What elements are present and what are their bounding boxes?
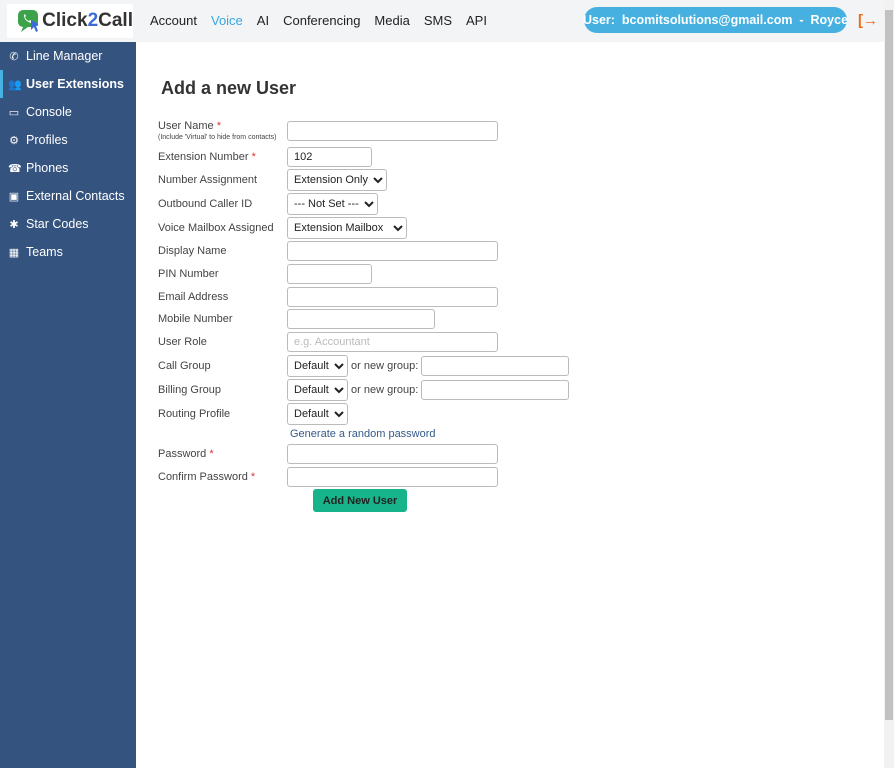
user-account-button[interactable]: User: bcomitsolutions@gmail.com - Royce [583,7,848,33]
confirm-password-label: Confirm Password * [158,471,256,483]
users-icon: 👥 [8,78,22,91]
mobile-row: Mobile Number [158,309,435,329]
outbound-caller-id-label: Outbound Caller ID [158,198,253,210]
user-name-hint: (Include 'Virtual' to hide from contacts… [158,134,277,141]
sidebar-item-star-codes[interactable]: ✱ Star Codes [0,210,136,238]
email-input[interactable] [287,287,498,307]
display-name-row: Display Name [158,241,498,261]
address-book-icon: ▣ [8,190,20,203]
generate-password-link[interactable]: Generate a random password [290,428,436,440]
sidebar-item-line-manager[interactable]: ✆ Line Manager [0,42,136,70]
password-label: Password * [158,448,214,460]
nav-media[interactable]: Media [374,13,409,28]
number-assignment-label: Number Assignment [158,174,258,186]
mobile-input[interactable] [287,309,435,329]
extension-number-row: Extension Number * [158,147,372,167]
user-role-input[interactable] [287,332,498,352]
sidebar-item-label: Console [26,105,72,119]
call-group-row: Call Group Default or new group: [158,355,570,377]
confirm-password-row: Confirm Password * [158,467,498,487]
nav-voice[interactable]: Voice [211,13,243,28]
routing-profile-select[interactable]: Default [287,403,348,425]
sidebar-item-label: Profiles [26,133,68,147]
password-input[interactable] [287,444,498,464]
routing-profile-row: Routing Profile Default [158,403,348,425]
sidebar-item-phones[interactable]: ☎ Phones [0,154,136,182]
teams-icon: ▦ [8,246,20,259]
email-row: Email Address [158,287,498,307]
sidebar-item-user-extensions[interactable]: 👥 User Extensions [0,70,136,98]
click2call-logo-icon [18,10,39,32]
add-new-user-button[interactable]: Add New User [313,489,407,512]
pin-label: PIN Number [158,268,219,280]
email-label: Email Address [158,291,229,303]
phone-icon: ✆ [9,50,19,63]
call-group-new-input[interactable] [421,356,570,376]
sidebar-item-label: Star Codes [26,217,89,231]
logout-icon[interactable]: [→ [858,12,878,29]
scrollbar[interactable] [884,0,894,768]
logo-text: Click2Call [42,10,133,31]
sidebar-item-label: Teams [26,245,63,259]
call-group-label: Call Group [158,360,211,372]
extension-number-input[interactable] [287,147,372,167]
sidebar-item-teams[interactable]: ▦ Teams [0,238,136,266]
sidebar-item-label: External Contacts [26,189,125,203]
voice-mailbox-row: Voice Mailbox Assigned Extension Mailbox [158,217,407,239]
logo[interactable]: Click2Call [7,4,133,38]
nav-conferencing[interactable]: Conferencing [283,13,360,28]
sidebar-item-external-contacts[interactable]: ▣ External Contacts [0,182,136,210]
sidebar-item-profiles[interactable]: ⚙ Profiles [0,126,136,154]
user-name-input[interactable] [287,120,498,141]
display-name-label: Display Name [158,245,227,257]
phone-square-icon: ☎ [8,162,22,175]
sidebar-item-label: Phones [26,161,69,175]
or-new-group-label: or new group: [351,384,419,396]
pin-row: PIN Number [158,264,372,284]
page-title: Add a new User [161,78,297,98]
nav-sms[interactable]: SMS [424,13,452,28]
sidebar-item-label: Line Manager [26,49,103,63]
billing-group-select[interactable]: Default [287,379,348,401]
pin-input[interactable] [287,264,372,284]
scrollbar-thumb[interactable] [885,10,893,720]
user-role-label: User Role [158,336,207,348]
display-name-input[interactable] [287,241,498,261]
extension-number-label: Extension Number * [158,151,256,163]
user-name-label: User Name * (Include 'Virtual' to hide fr… [158,120,287,141]
confirm-password-input[interactable] [287,467,498,487]
voice-mailbox-label: Voice Mailbox Assigned [158,222,274,234]
billing-group-new-input[interactable] [421,380,570,400]
password-row: Password * [158,444,498,464]
user-name-row: User Name * (Include 'Virtual' to hide fr… [158,120,498,141]
routing-profile-label: Routing Profile [158,408,231,420]
number-assignment-select[interactable]: Extension Only [287,169,387,191]
call-group-select[interactable]: Default [287,355,348,377]
outbound-caller-id-row: Outbound Caller ID --- Not Set --- [158,193,378,215]
top-bar: Click2Call Account Voice AI Conferencing… [0,0,884,42]
number-assignment-row: Number Assignment Extension Only [158,169,387,191]
mobile-label: Mobile Number [158,313,233,325]
billing-group-label: Billing Group [158,384,221,396]
sidebar-item-console[interactable]: ▭ Console [0,98,136,126]
or-new-group-label: or new group: [351,360,419,372]
nav-ai[interactable]: AI [257,13,269,28]
main-nav: Account Voice AI Conferencing Media SMS … [150,13,487,28]
sidebar: ✆ Line Manager 👥 User Extensions ▭ Console … [0,42,136,768]
gears-icon: ⚙ [9,134,19,147]
monitor-icon: ▭ [8,106,20,119]
user-role-row: User Role [158,332,498,352]
sidebar-item-label: User Extensions [26,77,124,91]
billing-group-row: Billing Group Default or new group: [158,379,570,401]
outbound-caller-id-select[interactable]: --- Not Set --- [287,193,378,215]
voice-mailbox-select[interactable]: Extension Mailbox [287,217,407,239]
main-content: Add a new User User Name * (Include 'Virt… [136,42,884,768]
asterisk-icon: ✱ [9,218,19,231]
nav-account[interactable]: Account [150,13,197,28]
nav-api[interactable]: API [466,13,487,28]
